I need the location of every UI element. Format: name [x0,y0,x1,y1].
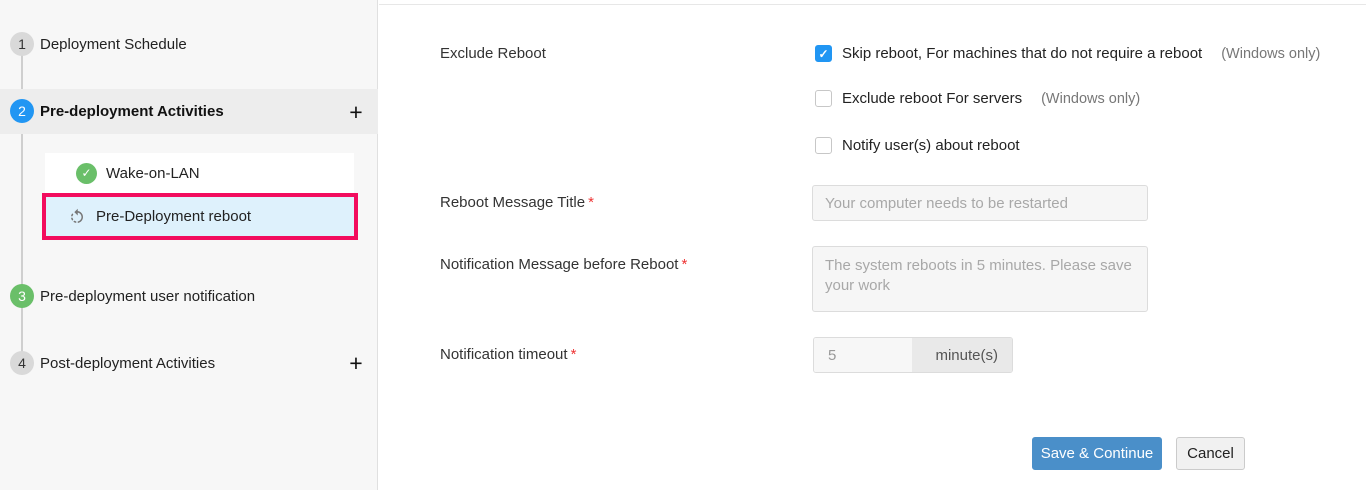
cancel-button[interactable]: Cancel [1176,437,1245,470]
exclude-servers-label: Exclude reboot For servers [842,90,1022,107]
checkbox-row-skip-reboot: ✓ Skip reboot, For machines that do not … [815,45,1320,62]
exclude-servers-note: (Windows only) [1041,91,1140,107]
notify-users-label: Notify user(s) about reboot [842,137,1020,154]
notification-message-textarea[interactable] [812,246,1148,312]
skip-reboot-checkbox[interactable]: ✓ [815,45,832,62]
sidebar-item-wake-on-lan[interactable]: ✓ Wake-on-LAN [45,153,354,193]
step-1-circle: 1 [10,32,34,56]
exclude-reboot-label: Exclude Reboot [440,45,546,62]
sidebar-item-pre-deployment-activities[interactable]: Pre-deployment Activities [40,103,224,120]
sidebar-item-pre-deployment-user-notification[interactable]: Pre-deployment user notification [40,288,255,305]
notification-timeout-field: minute(s) [813,337,1013,373]
sidebar-item-pre-deployment-reboot[interactable]: Pre-Deployment reboot [42,193,358,240]
notification-timeout-input[interactable] [814,338,912,372]
add-pre-deployment-activity-button[interactable]: + [344,100,368,124]
check-glyph: ✓ [81,166,91,180]
required-asterisk: * [588,194,594,211]
content-top-divider [379,4,1366,5]
sidebar-item-post-deployment-activities[interactable]: Post-deployment Activities [40,355,215,372]
checkmark-icon: ✓ [818,47,828,61]
reboot-message-title-label: Reboot Message Title* [440,194,594,211]
exclude-servers-checkbox[interactable] [815,90,832,107]
step-4-circle: 4 [10,351,34,375]
notification-message-label: Notification Message before Reboot* [440,256,687,273]
skip-reboot-note: (Windows only) [1221,46,1320,62]
pre-deployment-reboot-label: Pre-Deployment reboot [96,208,251,225]
label-text: Reboot Message Title [440,194,585,211]
add-post-deployment-activity-button[interactable]: + [344,351,368,375]
label-text: Notification Message before Reboot [440,256,678,273]
skip-reboot-label: Skip reboot, For machines that do not re… [842,45,1202,62]
notify-users-checkbox[interactable] [815,137,832,154]
checkbox-row-exclude-servers: Exclude reboot For servers (Windows only… [815,90,1140,107]
step-2-circle: 2 [10,99,34,123]
required-asterisk: * [571,346,577,363]
wake-on-lan-label: Wake-on-LAN [106,165,200,182]
check-circle-icon: ✓ [76,163,97,184]
reboot-message-title-input[interactable] [812,185,1148,221]
notification-timeout-label: Notification timeout* [440,346,576,363]
sidebar-item-deployment-schedule[interactable]: Deployment Schedule [40,36,187,53]
timeout-unit-label: minute(s) [912,338,1012,372]
save-and-continue-button[interactable]: Save & Continue [1032,437,1162,470]
reboot-icon [68,208,86,226]
deployment-steps-sidebar: 1 Deployment Schedule 2 Pre-deployment A… [0,0,378,490]
label-text: Notification timeout [440,346,568,363]
checkbox-row-notify-users: Notify user(s) about reboot [815,137,1020,154]
required-asterisk: * [681,256,687,273]
step-3-circle: 3 [10,284,34,308]
